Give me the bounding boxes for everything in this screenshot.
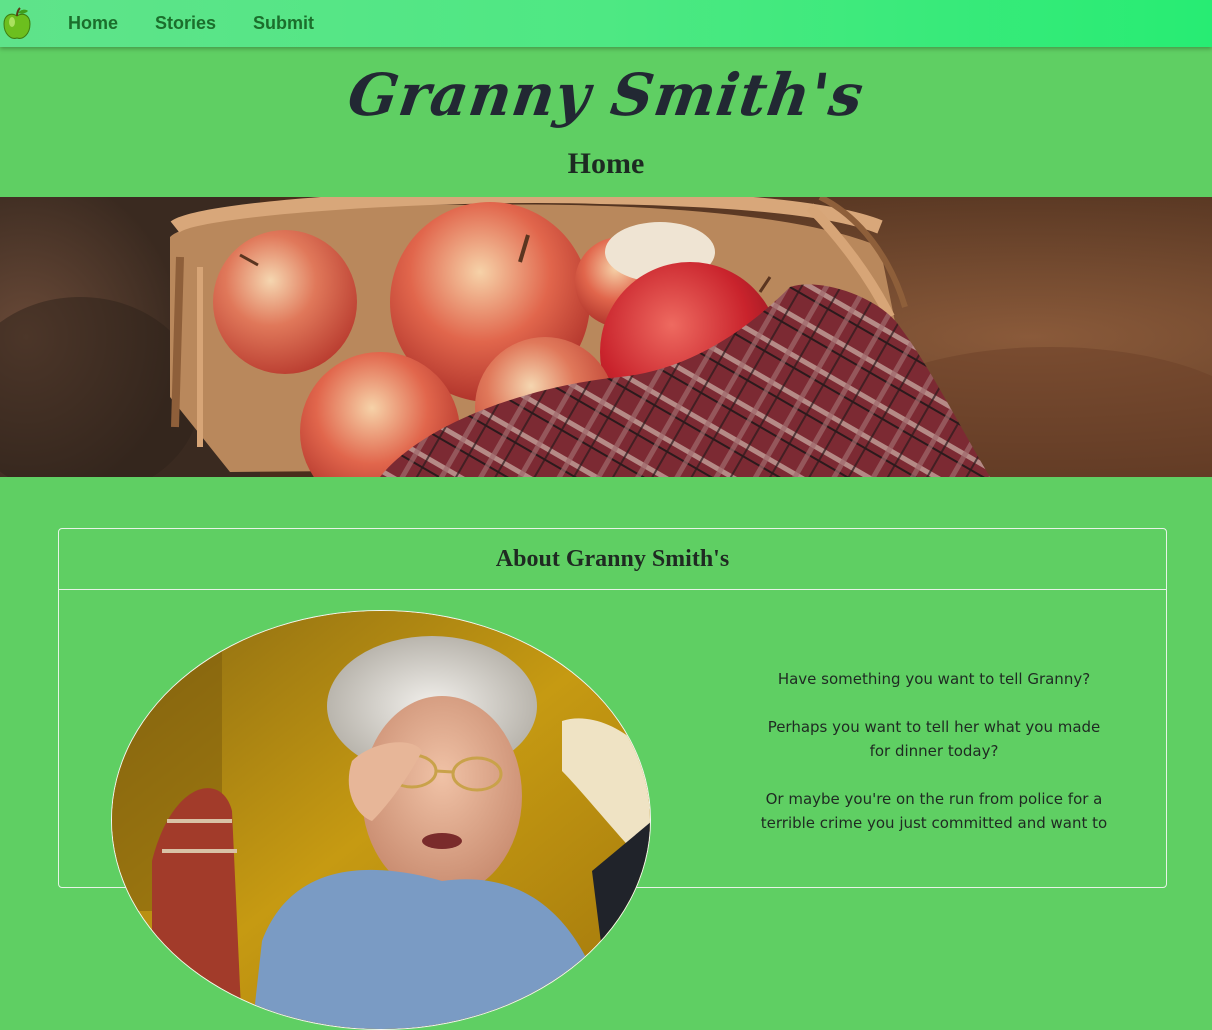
top-navbar: Home Stories Submit	[0, 0, 1212, 47]
about-paragraph: Have something you want to tell Granny?	[777, 670, 1091, 688]
about-paragraph: Or maybe you're on the run from police f…	[760, 790, 1108, 832]
about-card-header: About Granny Smith's	[59, 529, 1166, 590]
nav-home-link[interactable]: Home	[68, 13, 118, 34]
nav-links: Home Stories Submit	[68, 13, 351, 34]
nav-stories-link[interactable]: Stories	[155, 13, 216, 34]
about-card-title: About Granny Smith's	[495, 545, 730, 572]
brand-title: Granny Smith's	[343, 61, 869, 129]
hero-apple-basket-image	[0, 197, 1212, 477]
granny-portrait-image	[111, 610, 651, 1030]
nav-submit-link[interactable]: Submit	[253, 13, 314, 34]
about-text: Have something you want to tell Granny? …	[759, 667, 1109, 859]
page-title: Home	[567, 147, 645, 180]
site-header: Granny Smith's Home	[0, 47, 1212, 197]
about-paragraph: Perhaps you want to tell her what you ma…	[767, 718, 1101, 760]
green-apple-icon[interactable]	[0, 0, 34, 47]
about-card: About Granny Smith's Have something you …	[58, 528, 1167, 1030]
